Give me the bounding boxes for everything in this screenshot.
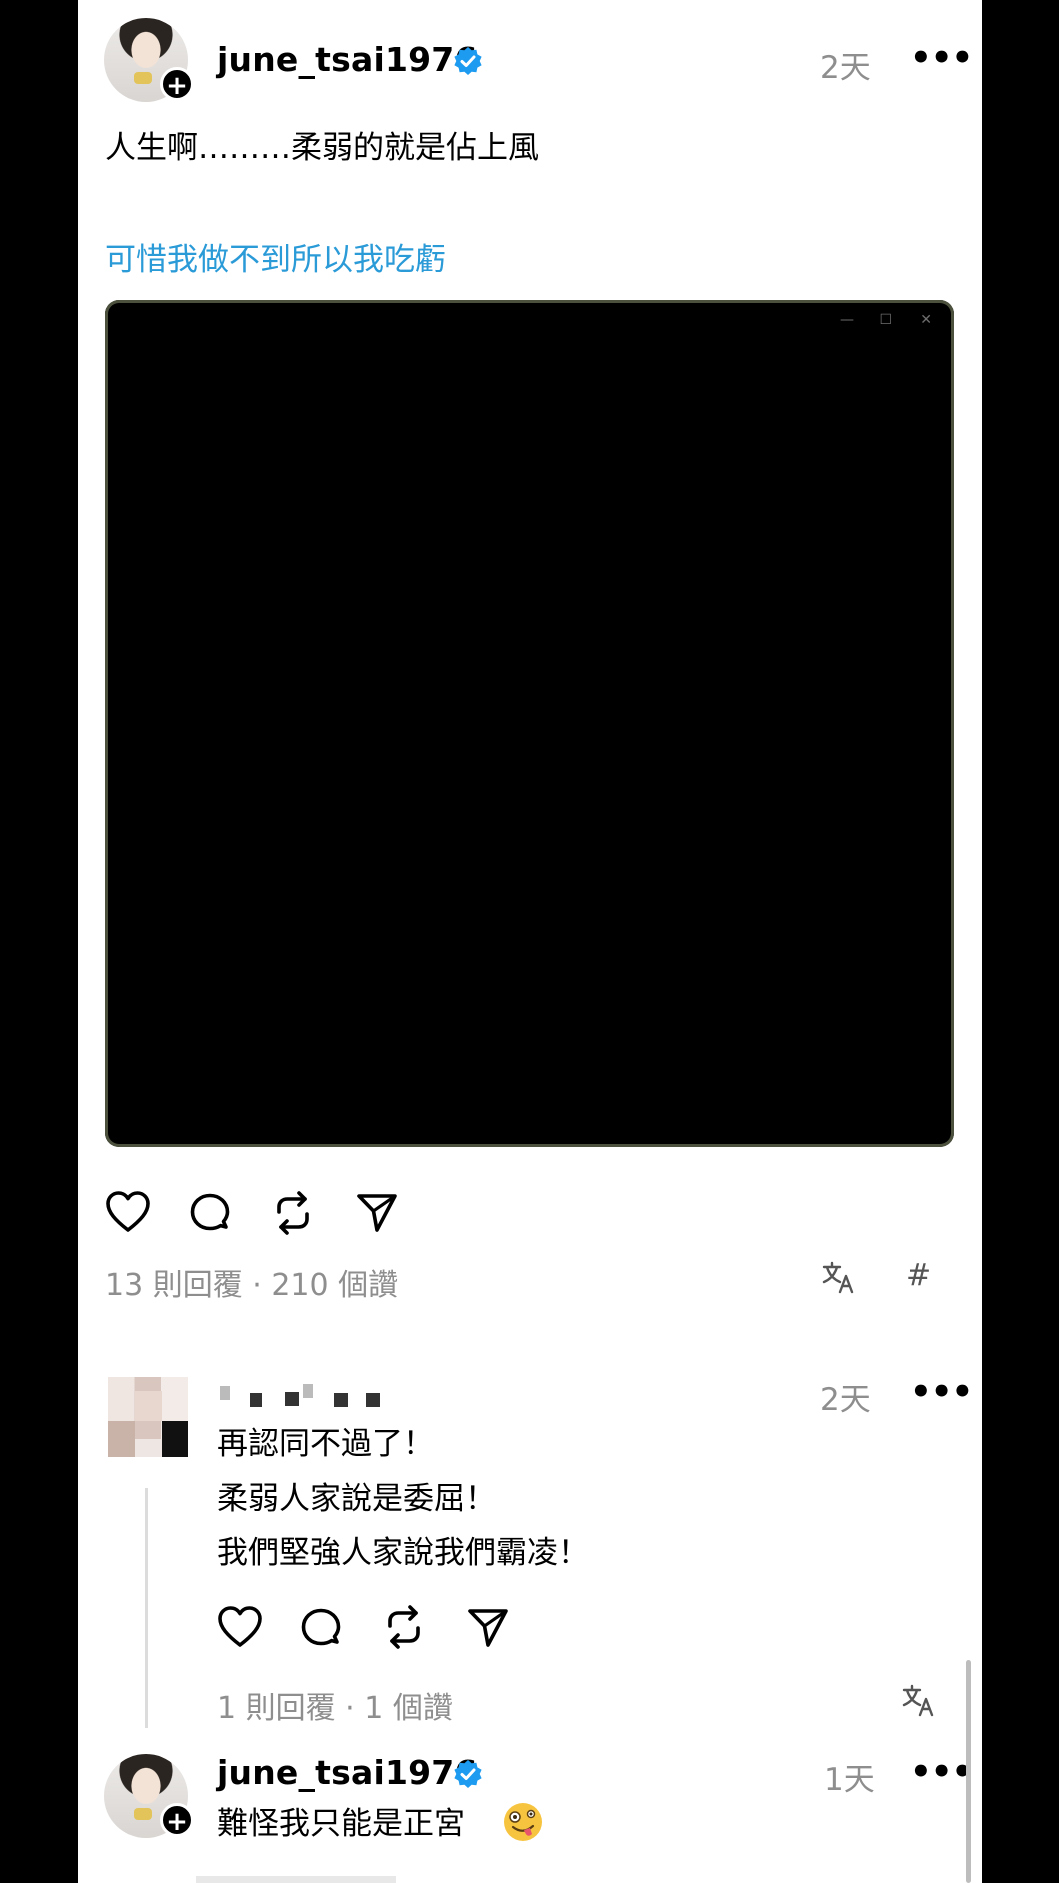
window-close-icon: ✕: [920, 312, 932, 328]
reply-heart-icon[interactable]: [217, 1605, 263, 1649]
verified-badge-icon: [454, 47, 482, 75]
post-text: 人生啊………柔弱的就是佔上風: [105, 130, 539, 166]
author-reply-text: 難怪我只能是正宮: [217, 1806, 465, 1842]
window-minimize-icon: —: [840, 312, 854, 328]
scrollbar[interactable]: [966, 1660, 971, 1883]
author-reply-verified-badge-icon: [454, 1760, 482, 1788]
reply-share-send-icon[interactable]: [466, 1606, 510, 1650]
author-reply-more-icon[interactable]: •••: [910, 1752, 973, 1792]
post-time: 2天: [820, 50, 871, 86]
heart-icon[interactable]: [105, 1190, 151, 1234]
post-link-text[interactable]: 可惜我做不到所以我吃虧: [105, 234, 446, 279]
zany-face-emoji-icon: [504, 1803, 542, 1841]
avatar-photo-detail: [134, 1808, 152, 1820]
reply-line-2: 柔弱人家說是委屈！: [217, 1481, 496, 1517]
window-maximize-icon: ☐: [879, 312, 892, 328]
more-horizontal-icon[interactable]: •••: [910, 38, 973, 78]
translate-icon[interactable]: [821, 1260, 855, 1302]
author-reply-time: 1天: [824, 1762, 875, 1798]
author-reply-follow-plus-icon[interactable]: +: [160, 1803, 194, 1837]
reply-comment-icon[interactable]: [299, 1606, 343, 1650]
author-reply-username[interactable]: june_tsai1976: [217, 1753, 478, 1792]
reply-time: 2天: [820, 1382, 871, 1418]
thread-line: [145, 1488, 148, 1728]
comment-icon[interactable]: [188, 1191, 232, 1235]
reply-repost-icon[interactable]: [382, 1603, 426, 1651]
share-send-icon[interactable]: [355, 1191, 399, 1235]
post-username[interactable]: june_tsai1976: [217, 40, 478, 79]
post-media[interactable]: — ☐ ✕: [105, 300, 954, 1147]
repost-icon[interactable]: [271, 1189, 315, 1237]
follow-plus-icon[interactable]: +: [160, 67, 194, 101]
threads-screen: + june_tsai1976 2天 ••• 人生啊………柔弱的就是佔上風 可惜…: [78, 0, 982, 1883]
reply-avatar[interactable]: [108, 1377, 188, 1457]
post-stats[interactable]: 13 則回覆 · 210 個讚: [105, 1260, 398, 1304]
hashtag-icon[interactable]: #: [906, 1258, 931, 1293]
reply-translate-icon[interactable]: [901, 1683, 935, 1725]
reply-stats[interactable]: 1 則回覆 · 1 個讚: [217, 1683, 453, 1727]
next-item-peek: [196, 1876, 396, 1883]
avatar-photo-detail: [134, 72, 152, 84]
reply-line-3: 我們堅強人家說我們霸凌！: [217, 1535, 589, 1571]
reply-line-1: 再認同不過了！: [217, 1426, 434, 1462]
reply-more-icon[interactable]: •••: [910, 1372, 973, 1412]
